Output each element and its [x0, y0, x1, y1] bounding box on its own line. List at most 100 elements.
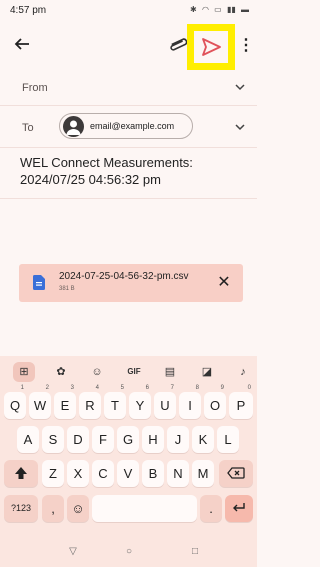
recipient-email: email@example.com: [90, 121, 175, 131]
key-n[interactable]: N: [167, 460, 189, 487]
key-hint: 8: [195, 385, 199, 391]
key-label: O: [209, 398, 221, 413]
attachment-chip[interactable]: 2024-07-25-04-56-32-pm.csv 381 B ✕: [19, 264, 243, 302]
key-label: W: [33, 398, 47, 413]
to-label: To: [22, 122, 34, 134]
key-hint: 9: [220, 385, 224, 391]
backspace-icon: [227, 467, 245, 479]
bluetooth-icon: ✱: [190, 5, 197, 14]
arrow-left-icon: [14, 38, 29, 50]
key-u[interactable]: U7: [154, 385, 176, 419]
square-recents-icon[interactable]: □: [188, 546, 202, 560]
key-hint: 3: [70, 385, 74, 391]
subject-line-2: 2024/07/25 04:56:32 pm: [20, 172, 161, 187]
key-e[interactable]: E3: [54, 385, 76, 419]
key-label: Q: [9, 398, 21, 413]
triangle-back-icon[interactable]: ▽: [66, 546, 80, 560]
avatar: [63, 116, 84, 137]
key-hint: 4: [95, 385, 99, 391]
key-y[interactable]: Y6: [129, 385, 151, 419]
person-icon: [66, 120, 81, 135]
shift-key[interactable]: [4, 460, 38, 487]
more-options-button[interactable]: ⋮: [238, 34, 254, 58]
key-j[interactable]: J: [167, 426, 189, 453]
close-icon: ✕: [217, 274, 231, 291]
key-w[interactable]: W2: [29, 385, 51, 419]
send-button[interactable]: [198, 35, 224, 59]
sticker-icon[interactable]: ☺: [86, 362, 108, 382]
key-l[interactable]: L: [217, 426, 239, 453]
status-time: 4:57 pm: [10, 5, 47, 16]
subject-field[interactable]: WEL Connect Measurements: 2024/07/25 04:…: [20, 154, 240, 188]
wifi-icon: ◠: [201, 5, 209, 14]
key-z[interactable]: Z: [42, 460, 64, 487]
mic-icon[interactable]: ♪: [232, 362, 254, 382]
clipboard-icon[interactable]: ▤: [159, 362, 181, 382]
backspace-key[interactable]: [219, 460, 253, 487]
space-key[interactable]: [92, 495, 197, 522]
key-s[interactable]: S: [42, 426, 64, 453]
apps-icon[interactable]: ⊞: [13, 362, 35, 382]
remove-attachment-button[interactable]: ✕: [215, 274, 233, 292]
key-label: I: [188, 398, 192, 413]
more-vert-icon: ⋮: [238, 37, 254, 54]
key-label: R: [85, 398, 95, 413]
gif-button[interactable]: GIF: [123, 362, 145, 382]
key-i[interactable]: I8: [179, 385, 201, 419]
comma-key[interactable]: ,: [42, 495, 64, 522]
key-c[interactable]: C: [92, 460, 114, 487]
key-k[interactable]: K: [192, 426, 214, 453]
key-label: P: [236, 398, 246, 413]
symbols-key[interactable]: ?123: [4, 495, 38, 522]
system-nav-bar: ▽ ○ □: [0, 540, 257, 567]
recipient-chip[interactable]: email@example.com: [59, 113, 193, 139]
key-hint: 6: [145, 385, 149, 391]
palette-icon[interactable]: ✿: [50, 362, 72, 382]
key-t[interactable]: T5: [104, 385, 126, 419]
shift-icon: [15, 467, 27, 479]
send-icon: [202, 38, 221, 56]
key-r[interactable]: R4: [79, 385, 101, 419]
key-p[interactable]: P0: [229, 385, 253, 419]
divider: [0, 198, 257, 199]
key-hint: 5: [120, 385, 124, 391]
key-label: Y: [135, 398, 145, 413]
period-key[interactable]: .: [200, 495, 222, 522]
key-q[interactable]: Q1: [4, 385, 26, 419]
key-h[interactable]: H: [142, 426, 164, 453]
key-g[interactable]: G: [117, 426, 139, 453]
chevron-down-icon[interactable]: [235, 122, 245, 132]
circle-home-icon[interactable]: ○: [122, 546, 136, 560]
enter-icon: [233, 503, 245, 512]
screenshot-icon[interactable]: ◪: [196, 362, 218, 382]
key-f[interactable]: F: [92, 426, 114, 453]
from-row[interactable]: From: [0, 70, 257, 106]
attachment-size: 381 B: [59, 286, 75, 292]
signal-icon: ▮▮: [226, 5, 236, 14]
key-hint: 0: [247, 385, 251, 391]
enter-key[interactable]: [225, 495, 253, 522]
battery-icon: ▬: [241, 5, 249, 14]
status-icons: ✱ ◠ ▭ ▮▮ ▬: [187, 5, 249, 14]
chevron-down-icon[interactable]: [235, 82, 245, 92]
to-row[interactable]: To email@example.com: [0, 108, 257, 148]
keyboard-toolbar: ⊞ ✿ ☺ GIF ▤ ◪ ♪: [0, 356, 257, 386]
key-label: E: [60, 398, 70, 413]
key-b[interactable]: B: [142, 460, 164, 487]
key-v[interactable]: V: [117, 460, 139, 487]
key-x[interactable]: X: [67, 460, 89, 487]
back-button[interactable]: [14, 32, 38, 56]
key-label: T: [111, 398, 119, 413]
key-d[interactable]: D: [67, 426, 89, 453]
key-label: U: [160, 398, 170, 413]
attachment-name: 2024-07-25-04-56-32-pm.csv: [59, 271, 189, 282]
key-m[interactable]: M: [192, 460, 214, 487]
file-icon: [33, 275, 45, 290]
key-a[interactable]: A: [17, 426, 39, 453]
emoji-icon: ☺: [71, 501, 85, 516]
subject-line-1: WEL Connect Measurements:: [20, 155, 193, 170]
volte-icon: ▭: [214, 5, 222, 14]
emoji-key[interactable]: ☺: [67, 495, 89, 522]
key-o[interactable]: O9: [204, 385, 226, 419]
key-hint: 2: [45, 385, 49, 391]
